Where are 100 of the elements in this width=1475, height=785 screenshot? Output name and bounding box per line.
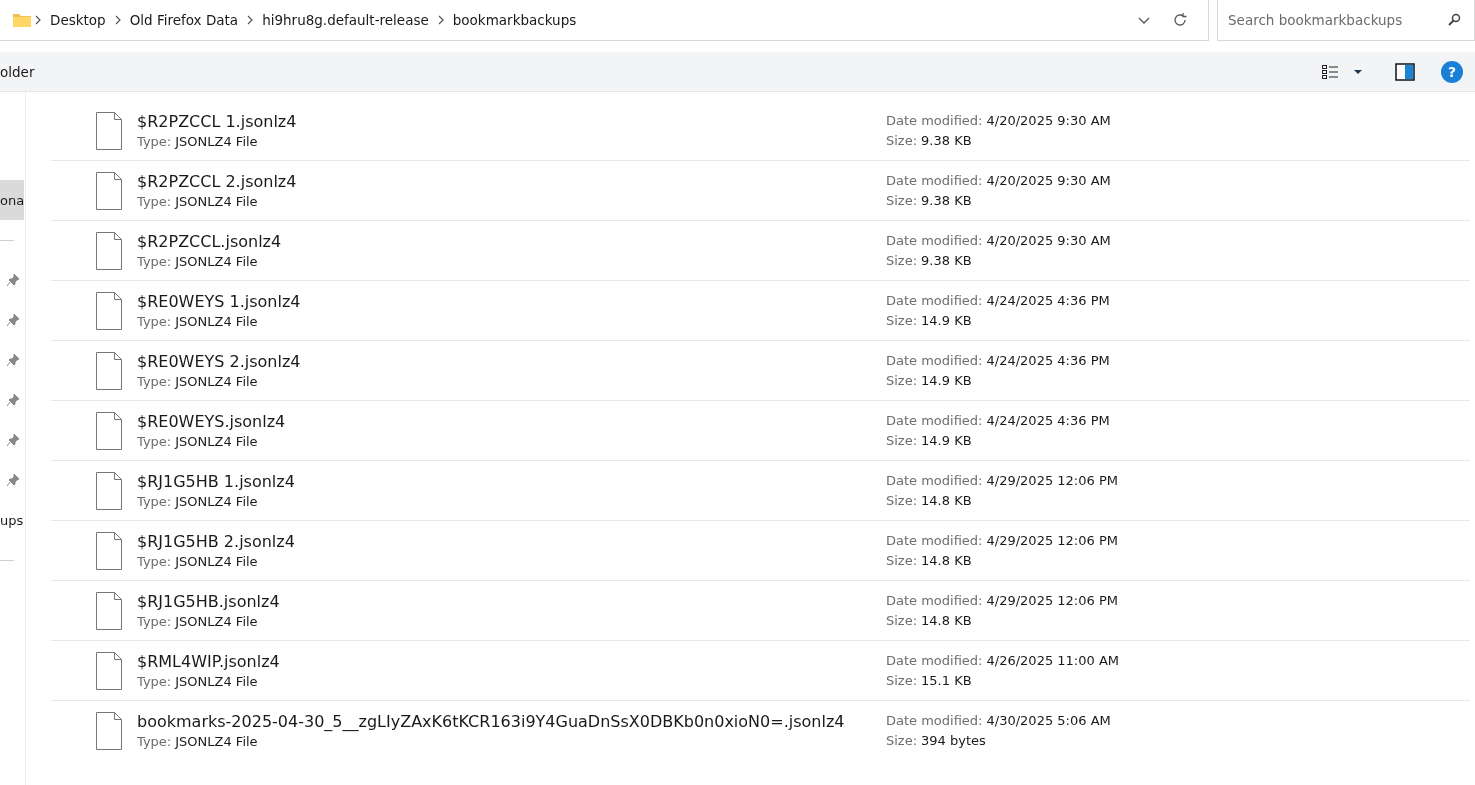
date-modified: 4/20/2025 9:30 AM [986,173,1111,188]
chevron-right-icon [246,15,255,25]
chevron-right-icon [436,15,445,25]
file-type: JSONLZ4 File [175,554,258,569]
help-button[interactable]: ? [1441,60,1463,83]
refresh-icon[interactable] [1172,12,1188,28]
date-label: Date modified: [886,113,983,128]
date-modified: 4/20/2025 9:30 AM [986,113,1111,128]
type-label: Type: [137,254,172,269]
file-name[interactable]: $RML4WIP.jsonlz4 [137,652,886,671]
file-size: 14.8 KB [921,553,972,568]
file-icon [93,410,125,451]
nav-item[interactable]: ona [0,180,24,220]
size-label: Size: [886,493,918,508]
file-name[interactable]: bookmarks-2025-04-30_5__zgLIyZAxK6tKCR163i9Y4GuaDnSsX0DBKb0n0xioN0=.jsonlz4 [137,712,886,731]
date-modified: 4/24/2025 4:36 PM [986,353,1110,368]
date-modified: 4/29/2025 12:06 PM [986,473,1118,488]
pin-icon[interactable] [7,474,19,486]
file-size: 9.38 KB [921,133,972,148]
file-size: 14.9 KB [921,313,972,328]
file-icon [93,650,125,691]
size-label: Size: [886,433,918,448]
size-label: Size: [886,673,918,688]
date-label: Date modified: [886,293,983,308]
date-label: Date modified: [886,533,983,548]
type-label: Type: [137,134,172,149]
file-name[interactable]: $RJ1G5HB 2.jsonlz4 [137,532,886,551]
size-label: Size: [886,613,918,628]
file-icon [93,350,125,391]
search-icon [1447,13,1461,27]
date-label: Date modified: [886,653,983,668]
type-label: Type: [137,374,172,389]
file-type: JSONLZ4 File [175,374,258,389]
pin-icon[interactable] [7,434,19,446]
file-type: JSONLZ4 File [175,434,258,449]
toolbar-label[interactable]: older [0,63,35,80]
chevron-right-icon [113,15,122,25]
size-label: Size: [886,133,918,148]
date-label: Date modified: [886,173,983,188]
breadcrumb[interactable]: hi9hru8g.default-release [256,12,435,28]
size-label: Size: [886,193,918,208]
pin-icon[interactable] [7,394,19,406]
file-type: JSONLZ4 File [175,134,258,149]
file-size: 14.9 KB [921,373,972,388]
date-modified: 4/29/2025 12:06 PM [986,533,1118,548]
pin-icon[interactable] [7,314,19,326]
details-view-icon[interactable] [1321,63,1339,80]
type-label: Type: [137,434,172,449]
file-icon [93,470,125,511]
file-icon [93,170,125,211]
preview-pane-icon[interactable] [1395,62,1415,81]
file-type: JSONLZ4 File [175,614,258,629]
chevron-right-icon [34,15,42,25]
file-size: 9.38 KB [921,193,972,208]
file-size: 14.8 KB [921,613,972,628]
address-bar[interactable]: Desktop Old Firefox Data hi9hru8g.default-release bookmarkbackups [0,0,1209,41]
date-modified: 4/24/2025 4:36 PM [986,413,1110,428]
type-label: Type: [137,734,172,749]
pin-icon[interactable] [7,354,19,366]
date-label: Date modified: [886,233,983,248]
file-name[interactable]: $RE0WEYS 2.jsonlz4 [137,352,886,371]
file-size: 9.38 KB [921,253,972,268]
file-icon [93,590,125,631]
file-name[interactable]: $R2PZCCL.jsonlz4 [137,232,886,251]
size-label: Size: [886,313,918,328]
date-modified: 4/20/2025 9:30 AM [986,233,1111,248]
file-type: JSONLZ4 File [175,314,258,329]
type-label: Type: [137,314,172,329]
file-type: JSONLZ4 File [175,674,258,689]
file-name[interactable]: $R2PZCCL 2.jsonlz4 [137,172,886,191]
type-label: Type: [137,194,172,209]
file-type: JSONLZ4 File [175,734,258,749]
file-name[interactable]: $RJ1G5HB 1.jsonlz4 [137,472,886,491]
file-icon [93,230,125,271]
date-modified: 4/29/2025 12:06 PM [986,593,1118,608]
date-modified: 4/30/2025 5:06 AM [986,713,1111,728]
file-type: JSONLZ4 File [175,254,258,269]
breadcrumb[interactable]: Old Firefox Data [123,12,245,28]
file-icon [93,710,125,751]
breadcrumb[interactable]: Desktop [44,12,112,28]
pin-icon[interactable] [7,274,19,286]
file-type: JSONLZ4 File [175,494,258,509]
search-field[interactable]: Search bookmarkbackups [1217,0,1475,41]
file-name[interactable]: $RE0WEYS.jsonlz4 [137,412,886,431]
file-name[interactable]: $RJ1G5HB.jsonlz4 [137,592,886,611]
file-size: 15.1 KB [921,673,972,688]
date-modified: 4/24/2025 4:36 PM [986,293,1110,308]
date-label: Date modified: [886,713,983,728]
date-label: Date modified: [886,353,983,368]
file-name[interactable]: $RE0WEYS 1.jsonlz4 [137,292,886,311]
type-label: Type: [137,554,172,569]
breadcrumb[interactable]: bookmarkbackups [446,12,583,28]
caret-down-icon[interactable] [1353,68,1363,75]
file-icon [93,290,125,331]
file-name[interactable]: $R2PZCCL 1.jsonlz4 [137,112,886,131]
file-type: JSONLZ4 File [175,194,258,209]
date-label: Date modified: [886,593,983,608]
folder-icon [12,12,32,28]
nav-item[interactable]: ups [0,500,24,540]
date-modified: 4/26/2025 11:00 AM [986,653,1119,668]
